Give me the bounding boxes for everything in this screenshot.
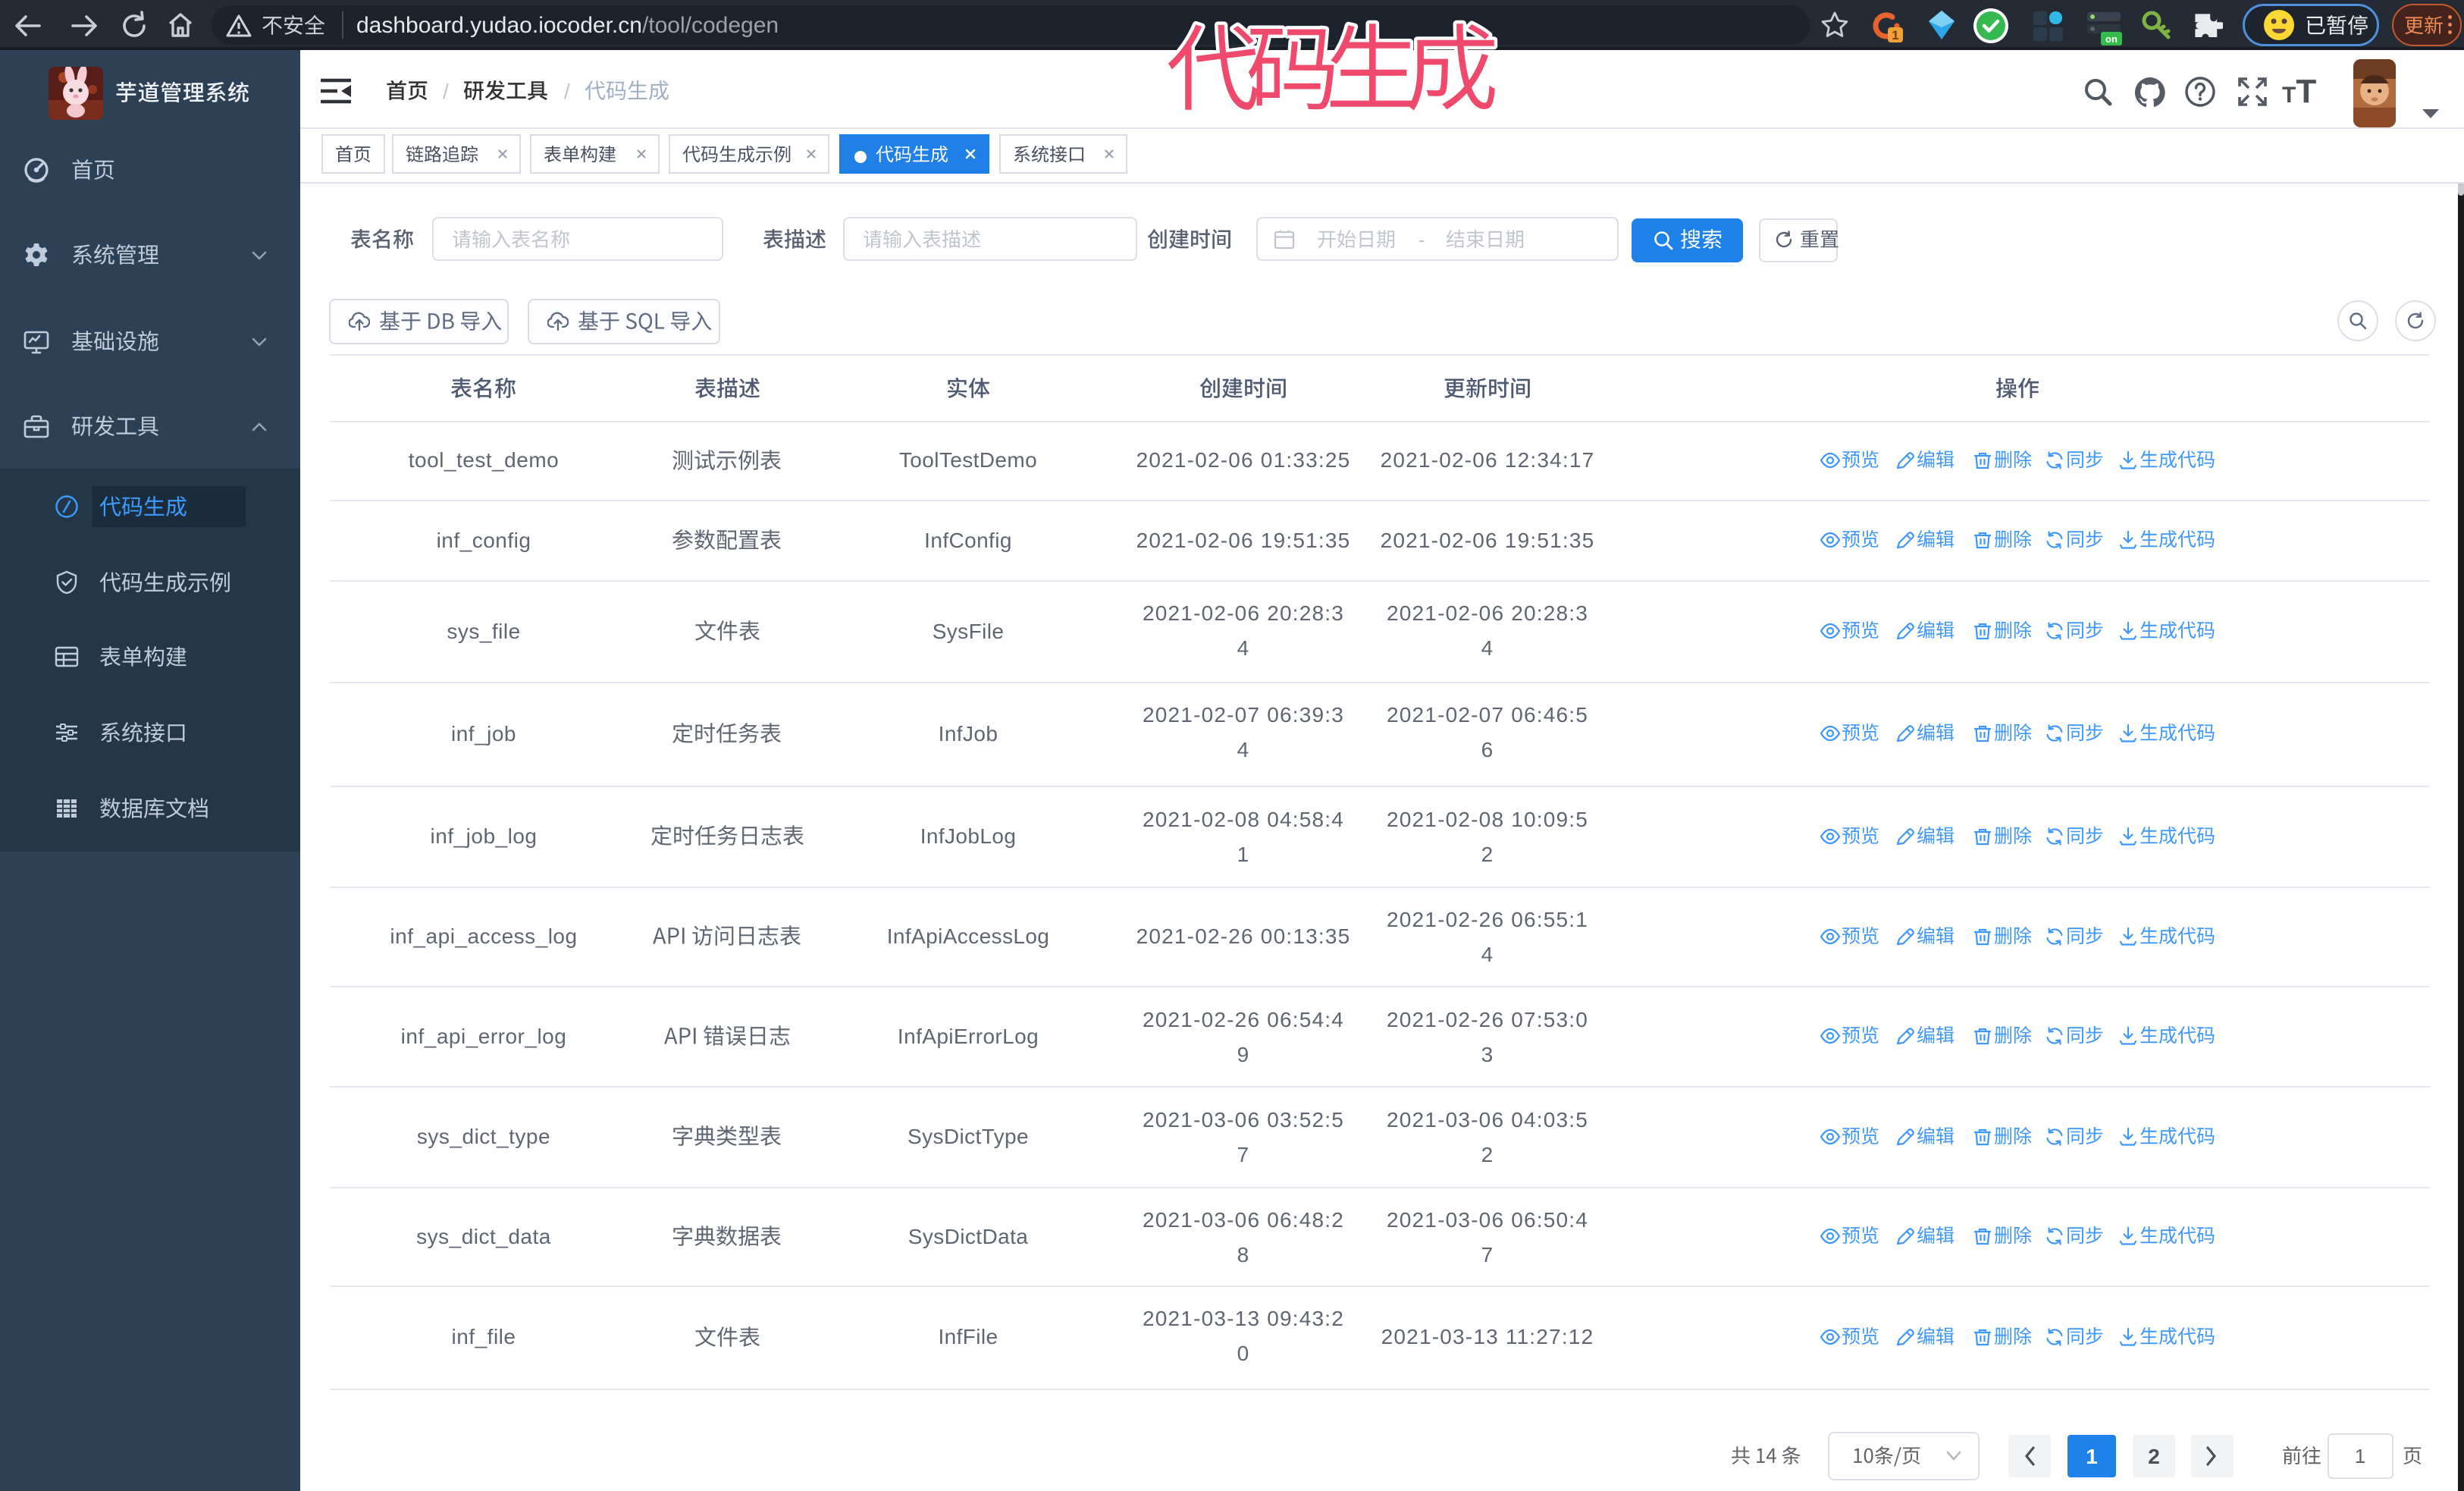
svg-text:on: on xyxy=(2105,33,2118,45)
svg-text:1: 1 xyxy=(1892,28,1898,42)
